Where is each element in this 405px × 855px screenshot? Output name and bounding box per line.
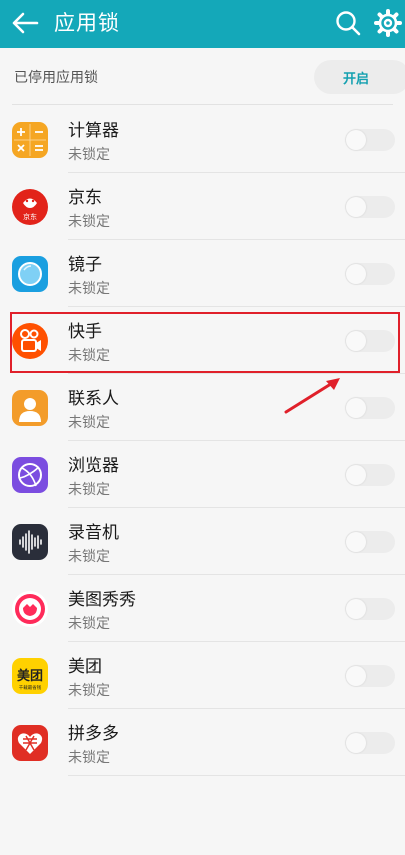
- lock-state: 未锁定: [68, 214, 110, 230]
- meituan-icon-subtext: 千载最省钱: [19, 684, 42, 691]
- lock-state: 未锁定: [68, 415, 110, 431]
- recorder-icon: [12, 524, 48, 560]
- toggle-knob: [346, 398, 366, 418]
- app-bar: 应用锁: [0, 0, 405, 48]
- list-item-meituan[interactable]: 美团 千载最省钱 美团 未锁定: [0, 642, 405, 709]
- app-name: 联系人: [68, 389, 119, 409]
- lock-state: 未锁定: [68, 147, 110, 163]
- app-name: 美团: [68, 657, 102, 677]
- list-item-mirror[interactable]: 镜子 未锁定: [0, 240, 405, 307]
- toggle-knob: [346, 465, 366, 485]
- lock-state: 未锁定: [68, 549, 110, 565]
- list-item-contacts[interactable]: 联系人 未锁定: [0, 374, 405, 441]
- highlight-box: [10, 312, 400, 373]
- lock-state: 未锁定: [68, 683, 110, 699]
- lock-state: 未锁定: [68, 616, 110, 632]
- row-separator: [68, 775, 405, 776]
- toggle-knob: [346, 599, 366, 619]
- lock-toggle[interactable]: [345, 531, 395, 553]
- search-icon[interactable]: [334, 9, 362, 37]
- page-title: 应用锁: [54, 11, 120, 35]
- meitu-icon: [12, 591, 48, 627]
- lock-toggle[interactable]: [345, 263, 395, 285]
- back-arrow-icon[interactable]: [8, 6, 42, 40]
- meituan-icon: 美团 千载最省钱: [12, 658, 48, 694]
- lock-toggle[interactable]: [345, 598, 395, 620]
- lock-state: 未锁定: [68, 750, 110, 766]
- list-item-calculator[interactable]: 计算器 未锁定: [0, 106, 405, 173]
- app-name: 京东: [68, 188, 102, 208]
- browser-icon: [12, 457, 48, 493]
- list-item-recorder[interactable]: 录音机 未锁定: [0, 508, 405, 575]
- app-name: 拼多多: [68, 724, 119, 744]
- app-name: 录音机: [68, 523, 119, 543]
- enable-button[interactable]: 开启: [314, 60, 405, 94]
- divider: [12, 104, 393, 105]
- app-list: 计算器 未锁定 京东 京东 未锁定 镜子 未锁定 快手 未锁定 联系人 未锁定 …: [0, 106, 405, 776]
- pinduoduo-icon: [12, 725, 48, 761]
- app-name: 镜子: [68, 255, 102, 275]
- toggle-knob: [346, 532, 366, 552]
- list-item-jd[interactable]: 京东 京东 未锁定: [0, 173, 405, 240]
- lock-toggle[interactable]: [345, 129, 395, 151]
- lock-state: 未锁定: [68, 482, 110, 498]
- lock-toggle[interactable]: [345, 732, 395, 754]
- meituan-icon-text: 美团: [17, 668, 43, 684]
- toggle-knob: [346, 264, 366, 284]
- jd-icon: 京东: [12, 189, 48, 225]
- lock-toggle[interactable]: [345, 196, 395, 218]
- list-item-browser[interactable]: 浏览器 未锁定: [0, 441, 405, 508]
- list-item-meitu[interactable]: 美图秀秀 未锁定: [0, 575, 405, 642]
- calculator-icon: [12, 122, 48, 158]
- app-name: 浏览器: [68, 456, 119, 476]
- toggle-knob: [346, 130, 366, 150]
- jd-icon-text: 京东: [23, 212, 37, 221]
- lock-status-text: 已停用应用锁: [14, 70, 98, 86]
- lock-toggle[interactable]: [345, 464, 395, 486]
- lock-toggle[interactable]: [345, 397, 395, 419]
- toggle-knob: [346, 197, 366, 217]
- app-name: 美图秀秀: [68, 590, 136, 610]
- toggle-knob: [346, 733, 366, 753]
- list-item-pinduoduo[interactable]: 拼多多 未锁定: [0, 709, 405, 776]
- lock-state: 未锁定: [68, 281, 110, 297]
- app-name: 计算器: [68, 121, 119, 141]
- mirror-icon: [12, 256, 48, 292]
- lock-toggle[interactable]: [345, 665, 395, 687]
- gear-icon[interactable]: [374, 9, 402, 37]
- toggle-knob: [346, 666, 366, 686]
- annotation-arrow-icon: [284, 378, 340, 414]
- contacts-icon: [12, 390, 48, 426]
